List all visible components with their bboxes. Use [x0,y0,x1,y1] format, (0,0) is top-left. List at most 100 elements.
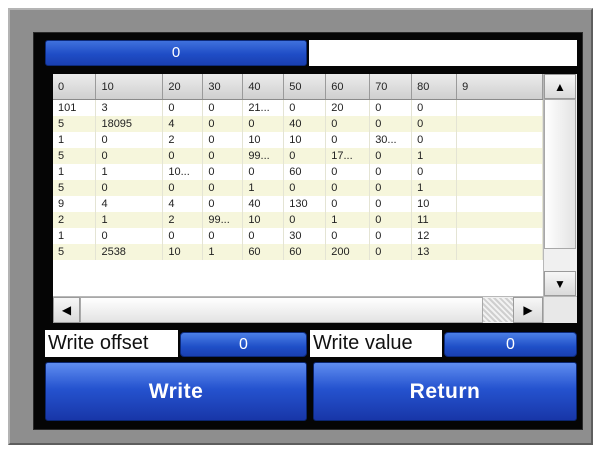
column-header: 10 [95,74,164,100]
column-header: 0 [53,74,97,100]
table-cell: 0 [202,132,244,148]
column-header: 60 [325,74,371,100]
table-cell: 1 [53,228,97,244]
table-row[interactable]: 5 18095 4 0 0 40 0 0 0 [53,116,543,132]
table-row[interactable]: 1 1 10... 0 0 60 0 0 0 [53,164,543,180]
table-cell: 0 [162,228,204,244]
table-cell: 30... [369,132,413,148]
table-cell: 0 [202,196,244,212]
table-cell: 12 [411,228,458,244]
scroll-up-button[interactable]: ▲ [544,74,576,99]
write-button[interactable]: Write [45,362,307,421]
table-row[interactable]: 5 2538 10 1 60 60 200 0 13 [53,244,543,260]
vertical-scroll-thumb[interactable] [544,99,576,249]
table-cell: 0 [95,228,164,244]
table-cell: 0 [411,164,458,180]
column-header: 70 [369,74,413,100]
table-cell: 4 [95,196,164,212]
table-cell [456,228,543,244]
table-cell: 60 [283,164,327,180]
table-cell: 0 [325,164,371,180]
table-cell: 0 [369,148,413,164]
table-cell: 20 [325,99,371,116]
table-row[interactable]: 2 1 2 99... 10 0 1 0 11 [53,212,543,228]
return-button[interactable]: Return [313,362,577,421]
table-cell: 1 [325,212,371,228]
table-cell: 1 [95,164,164,180]
table-cell [456,99,543,116]
table-cell: 0 [325,228,371,244]
table-row[interactable]: 1 0 2 0 10 10 0 30... 0 [53,132,543,148]
write-offset-label: Write offset [45,330,178,357]
table-cell: 40 [283,116,327,132]
table-cell: 0 [369,228,413,244]
table-cell: 1 [411,180,458,196]
horizontal-scroll-thumb[interactable] [80,297,483,323]
table-cell: 0 [369,244,413,260]
scroll-down-button[interactable]: ▼ [544,271,576,296]
write-value-label: Write value [310,330,442,357]
table-cell: 0 [95,148,164,164]
table-cell: 99... [242,148,285,164]
table-cell [456,212,543,228]
arrow-up-icon: ▲ [554,79,566,94]
scroll-left-button[interactable]: ◀ [53,297,80,323]
table-cell: 0 [202,180,244,196]
scroll-right-button[interactable]: ▶ [513,297,543,323]
table-cell: 0 [95,132,164,148]
table-cell: 200 [325,244,371,260]
table-cell: 1 [53,164,97,180]
table-cell: 1 [242,180,285,196]
table-cell [456,164,543,180]
table-header-row: 0 10 20 30 40 50 60 70 80 9 [53,74,543,100]
table-cell: 0 [202,164,244,180]
table-cell: 0 [369,180,413,196]
table-cell: 10 [242,212,285,228]
column-header: 40 [242,74,285,100]
table-cell: 0 [202,116,244,132]
table-cell: 1 [411,148,458,164]
write-value-field[interactable]: 0 [444,332,577,357]
offset-counter-display[interactable]: 0 [45,40,307,66]
vertical-scrollbar[interactable]: ▲ ▼ [543,74,577,296]
table-row[interactable]: 500010001 [53,180,543,196]
table-cell: 0 [369,164,413,180]
table-cell: 0 [162,99,204,116]
table-cell: 60 [242,244,285,260]
write-offset-field[interactable]: 0 [180,332,307,357]
table-cell: 2 [53,212,97,228]
table-cell: 101 [53,99,97,116]
table-cell: 0 [242,228,285,244]
table-cell: 4 [162,116,204,132]
table-cell: 0 [369,116,413,132]
arrow-down-icon: ▼ [554,276,566,291]
column-header: 50 [283,74,327,100]
table-row[interactable]: 1 0 0 0 0 30 0 0 12 [53,228,543,244]
horizontal-scrollbar[interactable]: ◀ ▶ [53,296,543,323]
arrow-left-icon: ◀ [61,303,72,317]
table-cell: 10 [283,132,327,148]
table-row[interactable]: 101 3 0 0 21... 0 20 0 0 [53,99,543,116]
table-cell: 21... [242,99,285,116]
table-cell: 10... [162,164,204,180]
table-cell: 0 [283,148,327,164]
table-cell: 2538 [95,244,164,260]
table-cell [456,148,543,164]
table-row[interactable]: 9 4 4 0 40 130 0 0 10 [53,196,543,212]
table-row[interactable]: 5 0 0 0 99... 0 17... 0 1 [53,148,543,164]
table-cell: 99... [202,212,244,228]
table-cell: 0 [369,196,413,212]
table-cell: 11 [411,212,458,228]
table-cell: 0 [202,148,244,164]
column-header: 80 [411,74,458,100]
register-table-viewport[interactable]: 0 10 20 30 40 50 60 70 80 9 101 3 0 0 21... 0 20 0 0 5 1809… [53,74,543,296]
table-cell [456,244,543,260]
table-cell: 0 [162,148,204,164]
table-cell: 2 [162,132,204,148]
table-cell: 5 [53,148,97,164]
table-cell: 0 [369,212,413,228]
table-cell: 17... [325,148,371,164]
table-cell [456,196,543,212]
table-cell: 0 [411,116,458,132]
table-cell: 1 [202,244,244,260]
